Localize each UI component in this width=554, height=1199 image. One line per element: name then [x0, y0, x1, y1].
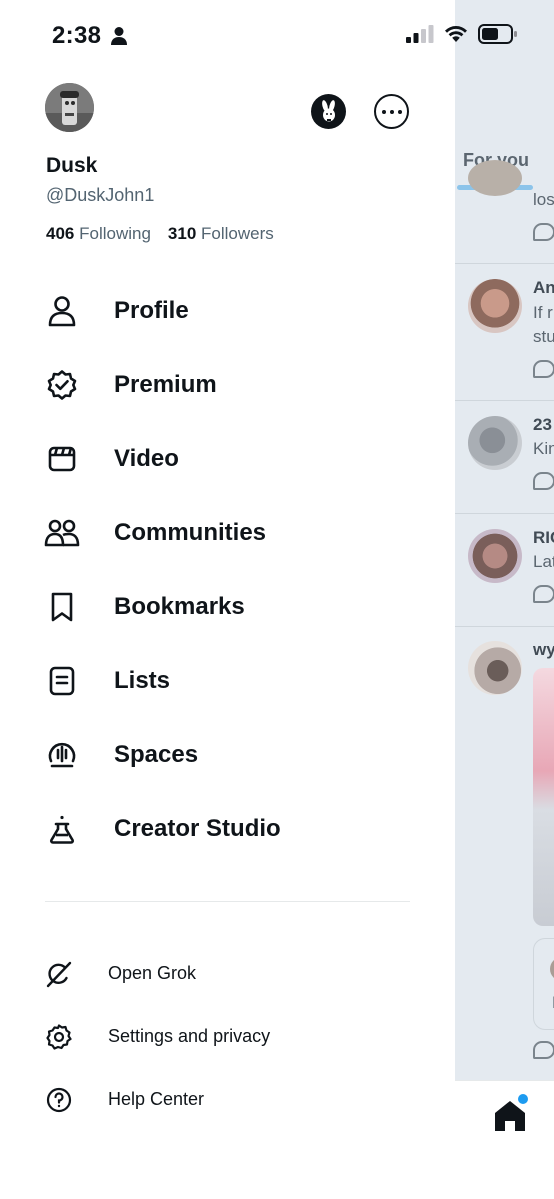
menu-item-open-grok[interactable]: Open Grok [0, 942, 455, 1005]
follow-stats: 406 Following 310 Followers [46, 224, 274, 244]
tweet-text: los [533, 190, 554, 209]
tweet-avatar[interactable] [468, 160, 522, 196]
status-indicators [406, 24, 518, 44]
reply-icon[interactable] [533, 223, 554, 241]
gear-icon [44, 1022, 74, 1052]
menu-label: Help Center [108, 1089, 205, 1109]
cellular-signal-icon [406, 25, 434, 43]
menu-item-profile[interactable]: Profile [0, 274, 455, 348]
profile-handle[interactable]: @DuskJohn1 [46, 185, 154, 206]
followers-link[interactable]: 310 Followers [168, 224, 274, 244]
flask-icon [44, 811, 80, 847]
tweet-avatar[interactable] [468, 641, 522, 695]
tweet-divider [455, 513, 554, 514]
reply-icon[interactable] [533, 1041, 554, 1059]
more-options-button[interactable] [374, 94, 409, 129]
following-count: 406 [46, 224, 75, 243]
spaces-icon [44, 737, 80, 773]
tweet-text: stu [533, 327, 554, 346]
menu-label: Lists [114, 667, 171, 694]
home-timeline-dimmed[interactable]: For you los An If r stu 23 Kin RIC Lat w… [455, 0, 554, 1199]
avatar-image [45, 83, 94, 132]
secondary-menu: Open Grok Settings and privacy Help Cent… [0, 942, 455, 1131]
bunny-logo-icon [321, 99, 335, 121]
menu-item-bookmarks[interactable]: Bookmarks [0, 570, 455, 644]
menu-label: Bookmarks [114, 593, 245, 620]
battery-icon [478, 24, 517, 44]
menu-item-communities[interactable]: Communities [0, 496, 455, 570]
menu-label: Settings and privacy [108, 1026, 271, 1046]
menu-divider [45, 901, 410, 902]
following-link[interactable]: 406 Following [46, 224, 151, 244]
person-icon [111, 27, 127, 45]
wifi-icon [445, 26, 467, 42]
reply-icon[interactable] [533, 472, 554, 490]
tweet-text: Kin [533, 439, 554, 458]
status-bar: 2:38 [0, 0, 554, 70]
menu-label: Video [114, 445, 179, 472]
status-time: 2:38 [52, 22, 102, 49]
tweet-text: If r [533, 303, 553, 322]
following-label: Following [79, 224, 151, 243]
menu-item-lists[interactable]: Lists [0, 644, 455, 718]
tweet-author: wy [533, 640, 554, 659]
help-icon [44, 1085, 74, 1115]
more-dot-icon [397, 109, 402, 114]
menu-item-settings-privacy[interactable]: Settings and privacy [0, 1005, 455, 1068]
more-dot-icon [389, 109, 394, 114]
quoted-avatar [550, 957, 554, 981]
tweet-divider [455, 400, 554, 401]
menu-item-creator-studio[interactable]: Creator Studio [0, 792, 455, 866]
menu-item-spaces[interactable]: Spaces [0, 718, 455, 792]
communities-icon [44, 515, 80, 551]
tweet-author: An [533, 278, 554, 297]
verified-badge-icon [44, 367, 80, 403]
menu-label: Communities [114, 519, 267, 546]
profile-icon [44, 293, 80, 329]
tweet-divider [455, 263, 554, 264]
menu-label: Creator Studio [114, 815, 281, 842]
quoted-tweet-card[interactable]: F [533, 938, 554, 1030]
menu-item-video[interactable]: Video [0, 422, 455, 496]
menu-label: Profile [114, 297, 189, 324]
followers-label: Followers [201, 224, 274, 243]
tweet-text: Lat [533, 552, 554, 571]
drawer-menu: Profile Premium Video Communities Bookma… [0, 274, 455, 866]
more-dot-icon [381, 109, 386, 114]
menu-item-premium[interactable]: Premium [0, 348, 455, 422]
bottom-tab-bar [455, 1080, 554, 1199]
tweet-divider [455, 626, 554, 627]
followers-count: 310 [167, 224, 197, 243]
tweet-media-image[interactable] [533, 668, 554, 926]
menu-label: Premium [114, 371, 217, 398]
side-drawer: Dusk @DuskJohn1 406 Following 310 Follow… [0, 0, 455, 1199]
menu-item-help-center[interactable]: Help Center [0, 1068, 455, 1131]
menu-label: Spaces [114, 741, 199, 768]
home-icon[interactable] [493, 1099, 527, 1133]
reply-icon[interactable] [533, 585, 554, 603]
grok-icon [44, 959, 74, 989]
tweet-author: 23 [533, 415, 552, 434]
menu-label: Open Grok [108, 963, 197, 983]
tweet-avatar[interactable] [468, 416, 522, 470]
tweet-avatar[interactable] [468, 279, 522, 333]
account-switch-avatar[interactable] [311, 94, 346, 129]
tweet-author: RIC [533, 528, 554, 547]
notification-dot [518, 1094, 528, 1104]
lists-icon [44, 663, 80, 699]
profile-name[interactable]: Dusk [46, 154, 97, 178]
tweet-avatar[interactable] [468, 529, 522, 583]
avatar[interactable] [45, 83, 94, 132]
bookmark-icon [44, 589, 80, 625]
reply-icon[interactable] [533, 360, 554, 378]
video-icon [44, 441, 80, 477]
